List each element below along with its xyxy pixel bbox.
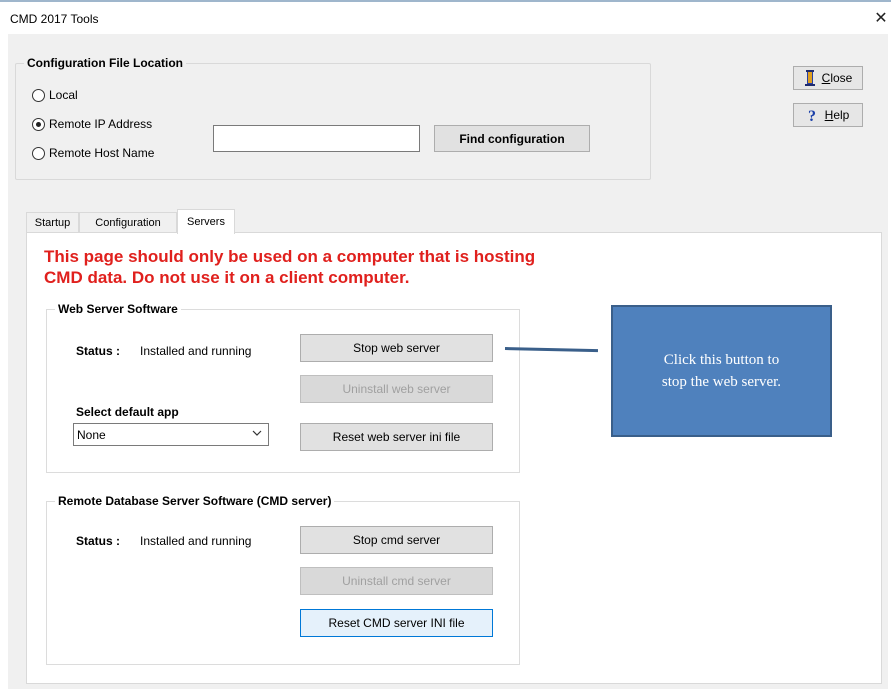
svg-text:?: ? — [808, 108, 816, 123]
address-input[interactable] — [213, 125, 420, 152]
radio-local-label: Local — [49, 88, 78, 102]
window-title: CMD 2017 Tools — [10, 12, 99, 26]
radio-local-circle[interactable] — [32, 88, 45, 102]
radio-local[interactable]: Local — [32, 88, 78, 102]
question-icon: ? — [808, 108, 816, 123]
cmd-status-value: Installed and running — [140, 534, 252, 548]
default-app-label: Select default app — [76, 405, 179, 419]
callout-line-2: stop the web server. — [661, 374, 782, 390]
radio-remote-host[interactable]: Remote Host Name — [32, 146, 154, 160]
window-close-button[interactable]: ✕ — [871, 8, 891, 28]
help-button[interactable]: ? Help — [793, 103, 863, 127]
tab-configuration[interactable]: Configuration — [79, 212, 177, 233]
reset-web-server-ini-button[interactable]: Reset web server ini file — [300, 423, 493, 451]
default-app-select[interactable]: None — [73, 423, 269, 446]
radio-remote-ip-label: Remote IP Address — [49, 117, 153, 131]
default-app-value: None — [77, 427, 106, 442]
callout-line-1: Click this button to — [663, 352, 780, 368]
find-configuration-button[interactable]: Find configuration — [434, 125, 590, 152]
title-bar[interactable]: CMD 2017 Tools ✕ — [0, 2, 891, 34]
close-button-label: Close — [821, 71, 853, 85]
cmd-status-label: Status : — [76, 534, 121, 548]
radio-remote-ip[interactable]: Remote IP Address — [32, 117, 152, 131]
web-status-label: Status : — [76, 344, 121, 358]
web-status-value: Installed and running — [140, 344, 252, 358]
cmd-server-group: Remote Database Server Software (CMD ser… — [46, 494, 520, 665]
chevron-down-icon — [252, 428, 262, 441]
reset-cmd-server-ini-button[interactable]: Reset CMD server INI file — [300, 609, 493, 637]
servers-warning: This page should only be used on a compu… — [44, 246, 644, 288]
config-group-title: Configuration File Location — [24, 56, 186, 70]
stop-cmd-server-button[interactable]: Stop cmd server — [300, 526, 493, 554]
web-server-group: Web Server Software Status : Installed a… — [46, 302, 520, 473]
cmd-server-group-title: Remote Database Server Software (CMD ser… — [55, 494, 335, 508]
web-server-group-title: Web Server Software — [55, 302, 181, 316]
uninstall-web-server-button[interactable]: Uninstall web server — [300, 375, 493, 403]
radio-remote-host-label: Remote Host Name — [49, 146, 155, 160]
radio-remote-host-circle[interactable] — [32, 146, 45, 160]
door-icon — [804, 70, 815, 86]
annotation-callout: Click this button to stop the web server… — [611, 305, 832, 437]
help-button-label: Help — [824, 108, 850, 122]
servers-tab-panel: This page should only be used on a compu… — [26, 232, 882, 684]
radio-remote-ip-circle[interactable] — [32, 117, 45, 131]
stop-web-server-button[interactable]: Stop web server — [300, 334, 493, 362]
uninstall-cmd-server-button[interactable]: Uninstall cmd server — [300, 567, 493, 595]
tab-startup[interactable]: Startup — [26, 212, 79, 233]
warning-line-2: CMD data. Do not use it on a client comp… — [44, 268, 410, 287]
config-location-group: Configuration File Location Local Remote… — [15, 56, 651, 180]
close-button[interactable]: Close — [793, 66, 863, 90]
warning-line-1: This page should only be used on a compu… — [44, 247, 536, 266]
tab-servers[interactable]: Servers — [177, 209, 235, 234]
